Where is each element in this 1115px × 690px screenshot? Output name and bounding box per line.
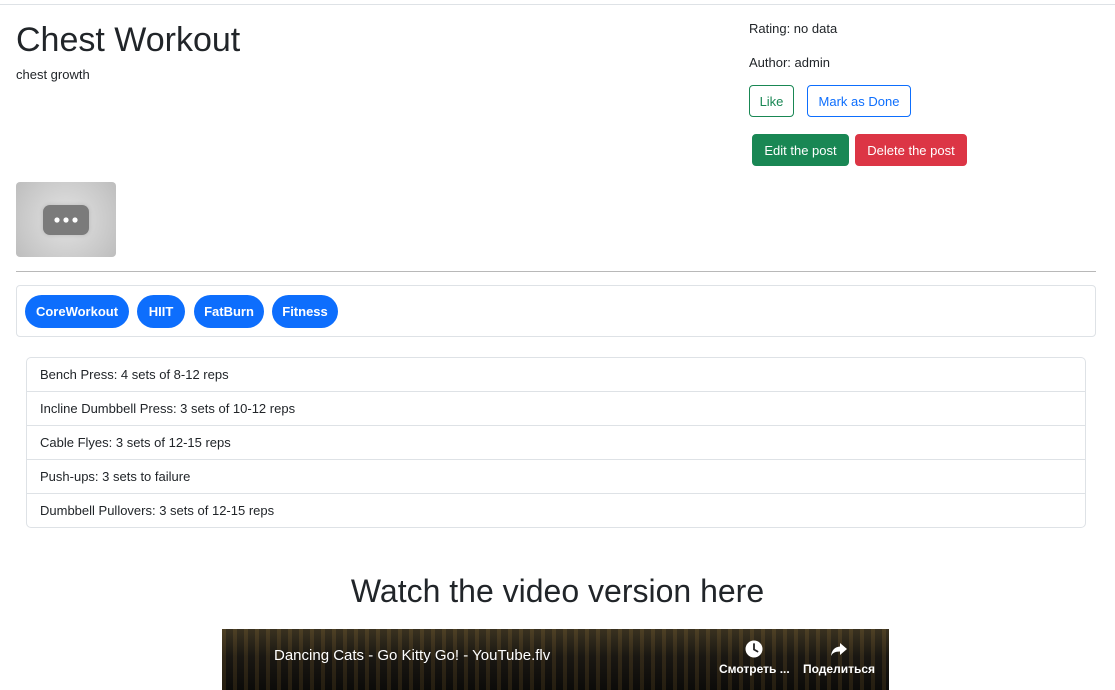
delete-post-button[interactable]: Delete the post	[855, 134, 967, 166]
tags-card: CoreWorkout HIIT FatBurn Fitness	[16, 285, 1096, 337]
video-embed[interactable]: Dancing Cats - Go Kitty Go! - YouTube.fl…	[222, 629, 889, 690]
exercise-item: Incline Dumbbell Press: 3 sets of 10-12 …	[27, 392, 1085, 426]
tag-fatburn[interactable]: FatBurn	[194, 295, 264, 328]
tag-fitness[interactable]: Fitness	[272, 295, 338, 328]
watch-later-label: Смотреть ...	[719, 662, 790, 676]
tag-hiit[interactable]: HIIT	[137, 295, 185, 328]
more-horizontal-icon	[43, 204, 89, 235]
share-label: Поделиться	[803, 662, 876, 676]
exercise-item: Bench Press: 4 sets of 8-12 reps	[27, 358, 1085, 392]
rating-text: Rating: no data	[749, 21, 838, 36]
share-arrow-icon	[831, 643, 848, 656]
exercise-list: Bench Press: 4 sets of 8-12 reps Incline…	[26, 357, 1086, 528]
share-button[interactable]: Поделиться	[803, 639, 875, 676]
edit-post-button[interactable]: Edit the post	[752, 134, 849, 166]
exercise-item: Cable Flyes: 3 sets of 12-15 reps	[27, 426, 1085, 460]
exercise-item: Push-ups: 3 sets to failure	[27, 460, 1085, 494]
mark-as-done-button[interactable]: Mark as Done	[807, 85, 911, 117]
tag-coreworkout[interactable]: CoreWorkout	[25, 295, 129, 328]
author-text: Author: admin	[749, 55, 830, 70]
post-description: chest growth	[16, 67, 90, 82]
like-button[interactable]: Like	[749, 85, 794, 117]
post-image-placeholder	[16, 182, 116, 257]
section-divider	[16, 271, 1096, 272]
post-title: Chest Workout	[16, 21, 241, 59]
clock-icon	[745, 640, 763, 658]
video-heading: Watch the video version here	[350, 573, 765, 609]
video-title[interactable]: Dancing Cats - Go Kitty Go! - YouTube.fl…	[274, 647, 550, 664]
watch-later-button[interactable]: Смотреть ...	[719, 639, 790, 676]
exercise-item: Dumbbell Pullovers: 3 sets of 12-15 reps	[40, 503, 275, 518]
top-rule	[0, 4, 1115, 5]
